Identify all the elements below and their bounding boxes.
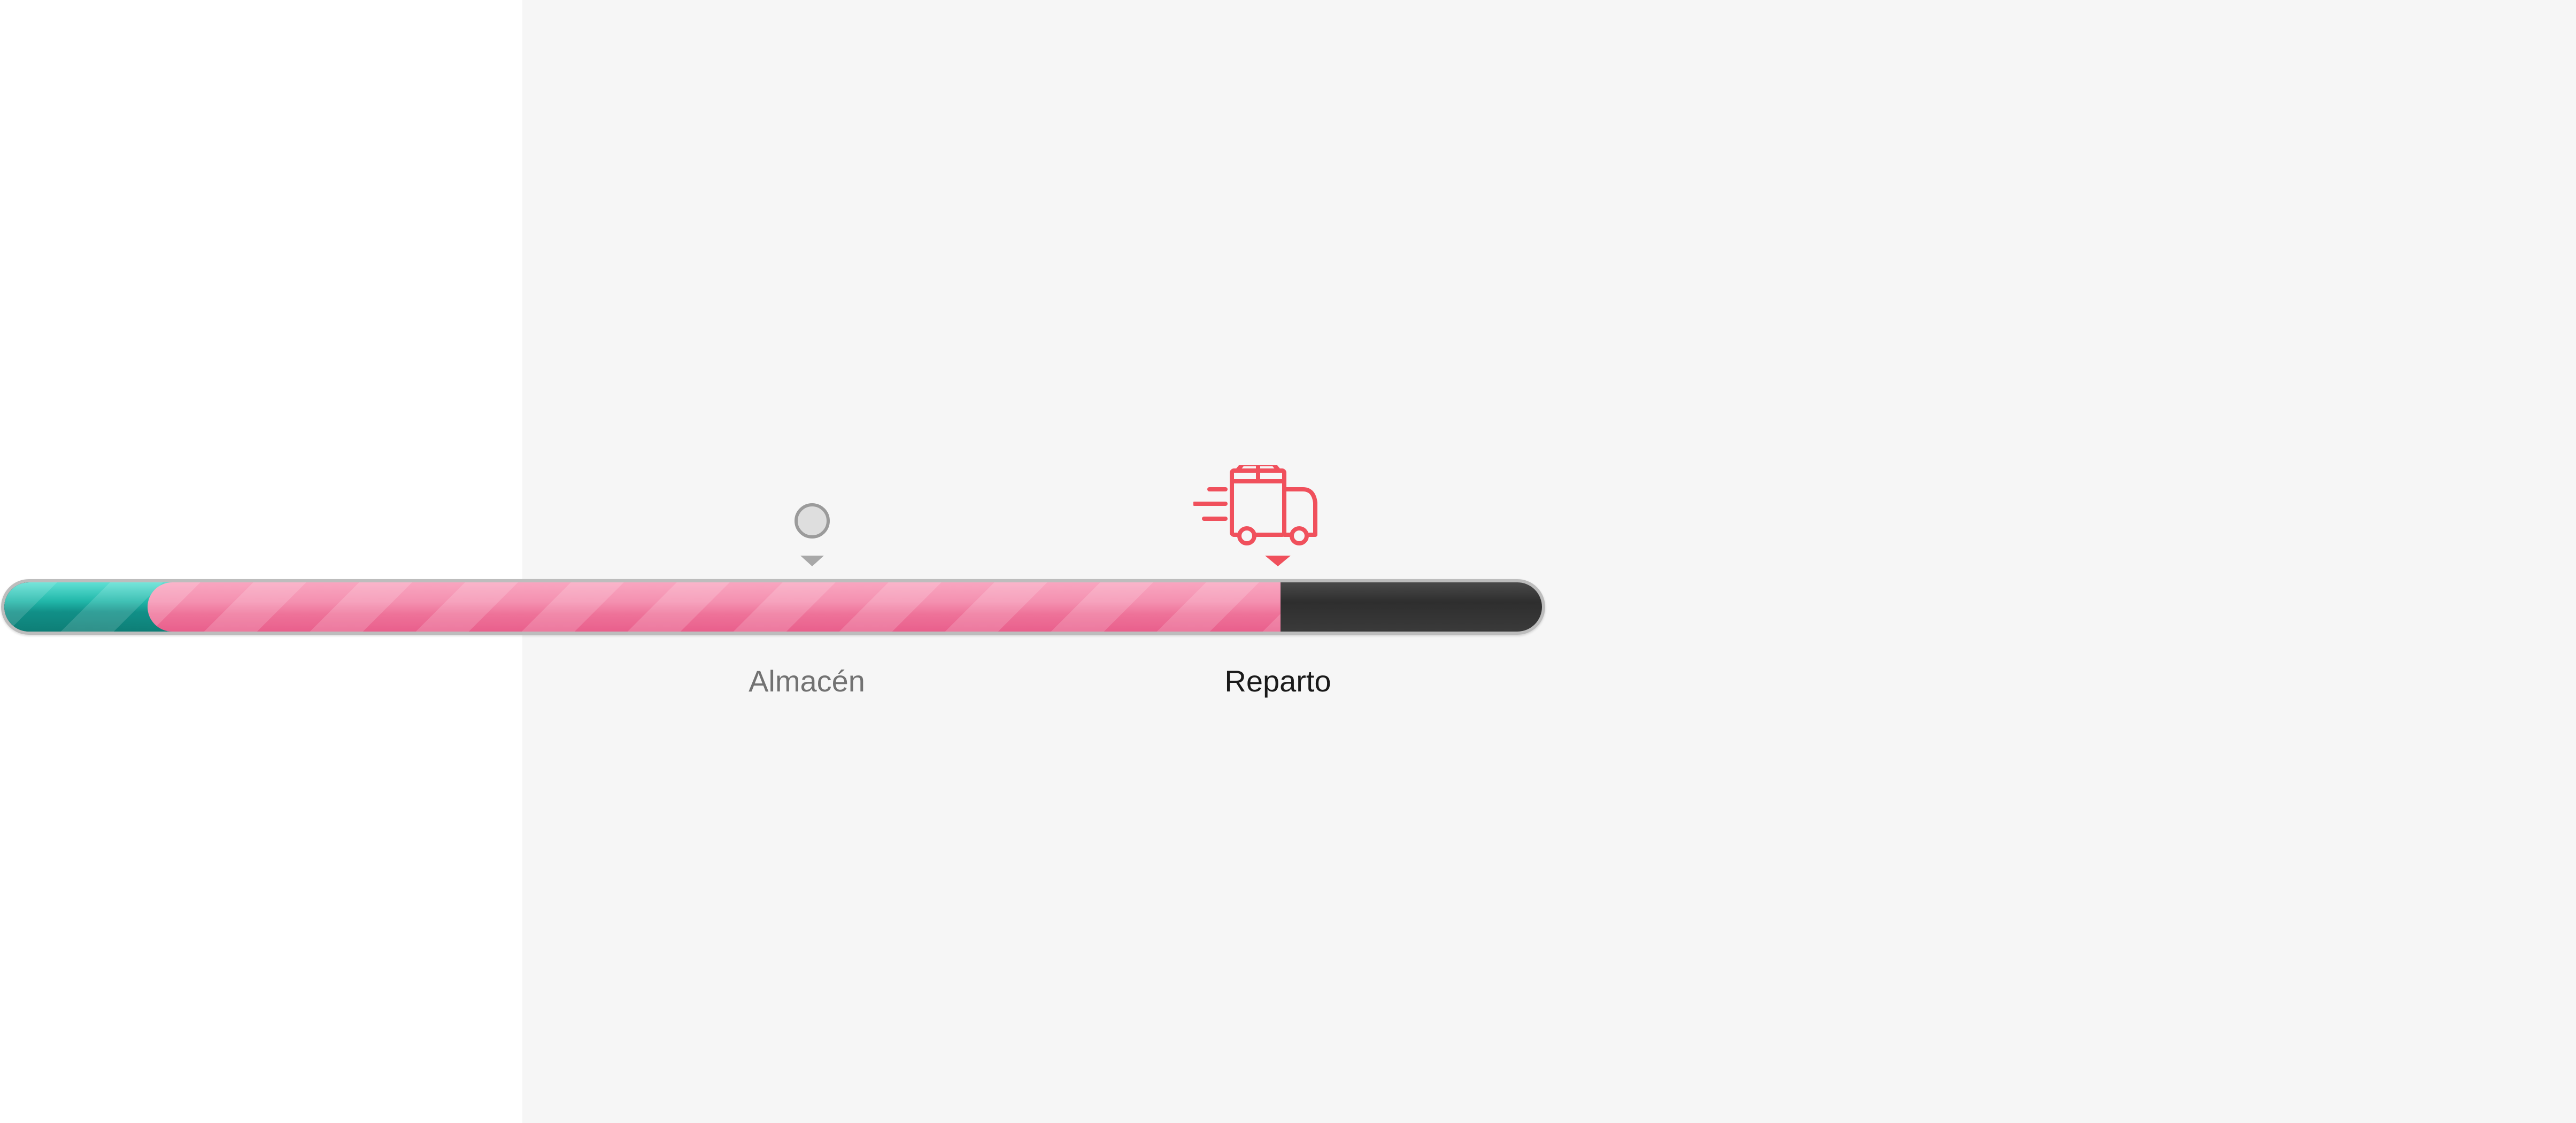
shipment-progress-bar <box>1 579 1545 635</box>
step-label-reparto: Reparto <box>1224 664 1331 698</box>
content-panel <box>522 0 2576 1123</box>
step-almacen-circle-icon <box>795 503 830 539</box>
step-almacen-caret-icon <box>800 556 824 566</box>
progress-active-segment <box>148 582 1281 632</box>
tracking-page: Almacén Reparto <box>0 0 2576 1123</box>
step-reparto-caret-icon <box>1265 556 1291 566</box>
delivery-truck-icon <box>1193 465 1317 545</box>
step-label-almacen: Almacén <box>749 664 865 698</box>
